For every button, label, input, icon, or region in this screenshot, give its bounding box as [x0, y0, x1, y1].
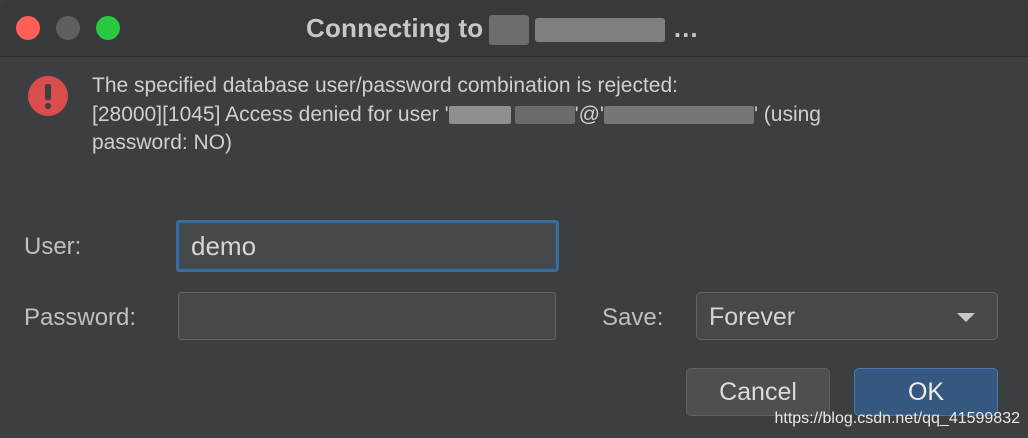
redacted-block	[489, 15, 530, 46]
watermark: https://blog.csdn.net/qq_41599832	[774, 410, 1020, 427]
error-line-2-suffix: ' (using	[753, 102, 821, 126]
cancel-button[interactable]: Cancel	[686, 368, 830, 416]
error-line-1: The specified database user/password com…	[92, 74, 678, 97]
ok-button[interactable]: OK	[854, 368, 998, 416]
window-title-prefix: Connecting to	[306, 13, 484, 43]
error-line-2: [28000][1045] Access denied for user ' '@…	[92, 101, 992, 130]
maximize-window-button[interactable]	[96, 16, 120, 40]
password-label: Password:	[24, 304, 137, 331]
error-message: The specified database user/password com…	[92, 72, 992, 158]
redacted-block	[448, 105, 511, 124]
user-label: User:	[24, 233, 82, 260]
error-line-2-prefix: [28000][1045] Access denied for user '	[92, 102, 449, 126]
chevron-down-icon	[957, 313, 975, 322]
save-select-value: Forever	[709, 303, 796, 331]
password-input[interactable]	[178, 292, 556, 340]
error-line-3: password: NO)	[92, 131, 233, 154]
redacted-block	[514, 105, 575, 124]
redacted-block	[603, 105, 754, 124]
minimize-window-button[interactable]	[56, 16, 80, 40]
dialog-window: Connecting to … The specified database u…	[0, 0, 1028, 438]
close-window-button[interactable]	[16, 16, 40, 40]
save-label: Save:	[602, 304, 664, 331]
redacted-block	[535, 18, 666, 43]
error-icon	[28, 76, 68, 116]
error-line-2-mid: '@'	[574, 102, 604, 126]
title-bar: Connecting to …	[0, 0, 1028, 57]
window-title: Connecting to …	[306, 11, 699, 46]
save-select[interactable]: Forever	[696, 292, 998, 340]
window-title-suffix: …	[672, 13, 699, 43]
user-input[interactable]	[176, 220, 559, 272]
